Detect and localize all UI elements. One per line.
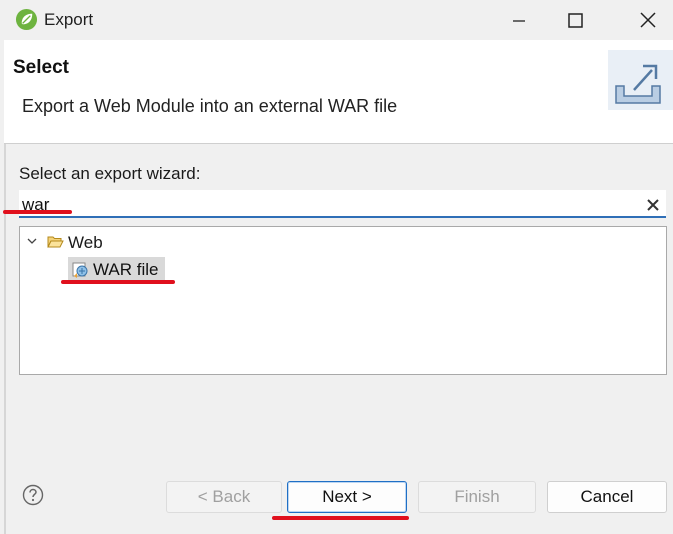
filter-input[interactable] [22, 194, 622, 216]
cancel-button[interactable]: Cancel [547, 481, 667, 513]
back-button[interactable]: < Back [166, 481, 282, 513]
minimize-icon[interactable] [490, 2, 546, 38]
maximize-icon[interactable] [548, 2, 604, 38]
help-icon[interactable] [22, 484, 44, 506]
close-icon[interactable] [617, 2, 673, 38]
annotation-underline-war-file [61, 280, 175, 284]
wizard-tree [19, 226, 667, 375]
annotation-underline-next [272, 516, 409, 520]
export-tray-icon [608, 50, 673, 110]
wizard-header: Select Export a Web Module into an exter… [4, 40, 673, 144]
open-folder-icon [47, 236, 64, 248]
chevron-down-icon[interactable] [25, 234, 39, 248]
clear-filter-icon[interactable] [642, 194, 664, 216]
next-button[interactable]: Next > [287, 481, 407, 513]
filter-field [19, 190, 666, 218]
war-file-icon [72, 262, 88, 278]
finish-button[interactable]: Finish [418, 481, 536, 513]
tree-item-war-file[interactable]: WAR file [93, 260, 159, 280]
page-description: Export a Web Module into an external WAR… [22, 96, 398, 116]
annotation-underline-filter [3, 210, 72, 214]
tree-item-web[interactable]: Web [68, 233, 103, 253]
page-title: Select [13, 57, 69, 78]
wizard-prompt-label: Select an export wizard: [19, 164, 201, 183]
spring-leaf-icon [15, 8, 38, 31]
window-title: Export [44, 10, 94, 29]
